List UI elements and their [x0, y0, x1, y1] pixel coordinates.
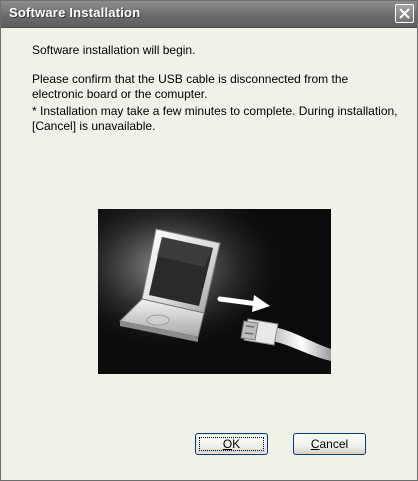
close-icon	[399, 8, 410, 19]
disconnect-usb-illustration	[98, 209, 331, 374]
installer-dialog: Software Installation Software installat…	[0, 0, 418, 481]
ok-button[interactable]: OK	[195, 433, 268, 455]
intro-message: Software installation will begin.	[32, 43, 196, 57]
close-button[interactable]	[395, 4, 414, 23]
title-bar[interactable]: Software Installation	[1, 1, 417, 28]
usb-warning-message: Please confirm that the USB cable is dis…	[32, 72, 349, 101]
cancel-button[interactable]: Cancel	[293, 433, 366, 455]
cancel-note-message: * Installation may take a few minutes to…	[32, 104, 398, 133]
dialog-body: Software installation will begin. Please…	[1, 28, 417, 480]
window-title: Software Installation	[9, 5, 141, 20]
